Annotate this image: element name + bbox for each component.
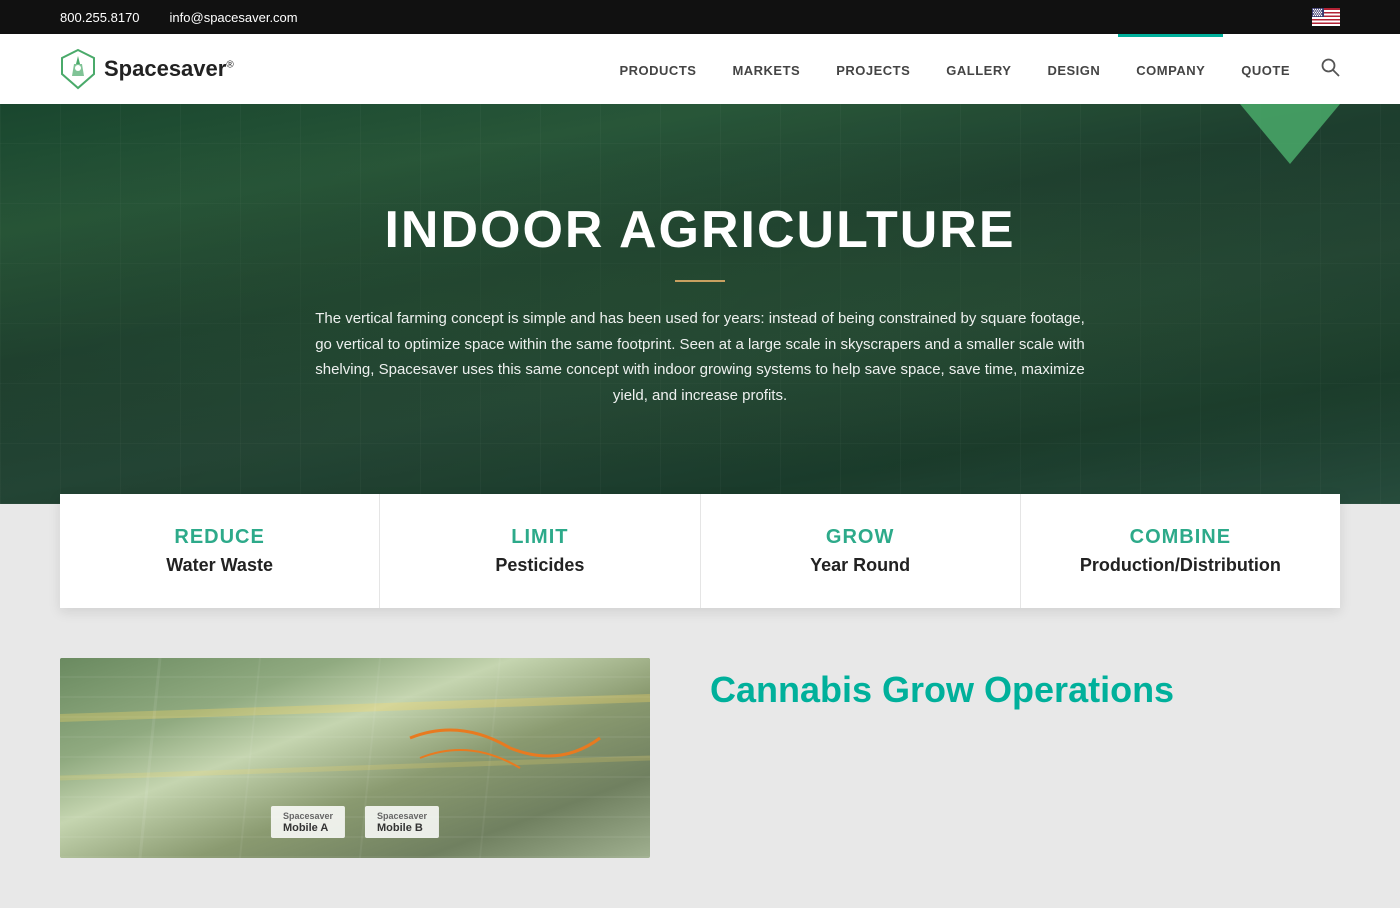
nav-gallery[interactable]: GALLERY xyxy=(928,34,1029,104)
feature-grow[interactable]: GROW Year Round xyxy=(701,494,1021,608)
feature-reduce-sublabel: Water Waste xyxy=(80,555,359,576)
hero-section: INDOOR AGRICULTURE The vertical farming … xyxy=(0,104,1400,504)
image-badge-b: Spacesaver Mobile B xyxy=(365,806,439,838)
top-bar: 800.255.8170 info@spacesaver.com xyxy=(0,0,1400,34)
hero-triangle-decoration xyxy=(1240,104,1340,164)
logo-text: Spacesaver® xyxy=(104,56,234,82)
search-icon[interactable] xyxy=(1320,57,1340,82)
nav-company[interactable]: COMPANY xyxy=(1118,34,1223,104)
feature-reduce[interactable]: REDUCE Water Waste xyxy=(60,494,380,608)
cannabis-image: Spacesaver Mobile A Spacesaver Mobile B xyxy=(60,658,650,858)
image-badges: Spacesaver Mobile A Spacesaver Mobile B xyxy=(271,806,439,838)
email-address[interactable]: info@spacesaver.com xyxy=(170,10,298,25)
cannabis-title: Cannabis Grow Operations xyxy=(710,668,1340,711)
feature-limit-label: LIMIT xyxy=(400,526,679,549)
feature-limit[interactable]: LIMIT Pesticides xyxy=(380,494,700,608)
phone-number[interactable]: 800.255.8170 xyxy=(60,10,140,25)
nav-products[interactable]: PRODUCTS xyxy=(601,34,714,104)
feature-combine[interactable]: COMBINE Production/Distribution xyxy=(1021,494,1340,608)
navbar: Spacesaver® PRODUCTS MARKETS PROJECTS GA… xyxy=(0,34,1400,104)
nav-projects[interactable]: PROJECTS xyxy=(818,34,928,104)
hero-content: INDOOR AGRICULTURE The vertical farming … xyxy=(270,200,1130,408)
feature-combine-label: COMBINE xyxy=(1041,526,1320,549)
language-flag[interactable] xyxy=(1312,8,1340,26)
hero-divider xyxy=(675,280,725,282)
bottom-section: Spacesaver Mobile A Spacesaver Mobile B … xyxy=(0,608,1400,908)
features-bar: REDUCE Water Waste LIMIT Pesticides GROW… xyxy=(60,494,1340,608)
hero-description: The vertical farming concept is simple a… xyxy=(310,306,1090,408)
nav-design[interactable]: DESIGN xyxy=(1029,34,1118,104)
feature-combine-sublabel: Production/Distribution xyxy=(1041,555,1320,576)
nav-links: PRODUCTS MARKETS PROJECTS GALLERY DESIGN… xyxy=(601,34,1308,104)
logo[interactable]: Spacesaver® xyxy=(60,48,234,90)
nav-quote[interactable]: QUOTE xyxy=(1223,34,1308,104)
logo-icon xyxy=(60,48,96,90)
nav-markets[interactable]: MARKETS xyxy=(714,34,818,104)
image-badge-a: Spacesaver Mobile A xyxy=(271,806,345,838)
feature-limit-sublabel: Pesticides xyxy=(400,555,679,576)
feature-reduce-label: REDUCE xyxy=(80,526,359,549)
feature-grow-label: GROW xyxy=(721,526,1000,549)
bottom-text: Cannabis Grow Operations xyxy=(710,658,1340,721)
feature-grow-sublabel: Year Round xyxy=(721,555,1000,576)
hero-title: INDOOR AGRICULTURE xyxy=(310,200,1090,260)
